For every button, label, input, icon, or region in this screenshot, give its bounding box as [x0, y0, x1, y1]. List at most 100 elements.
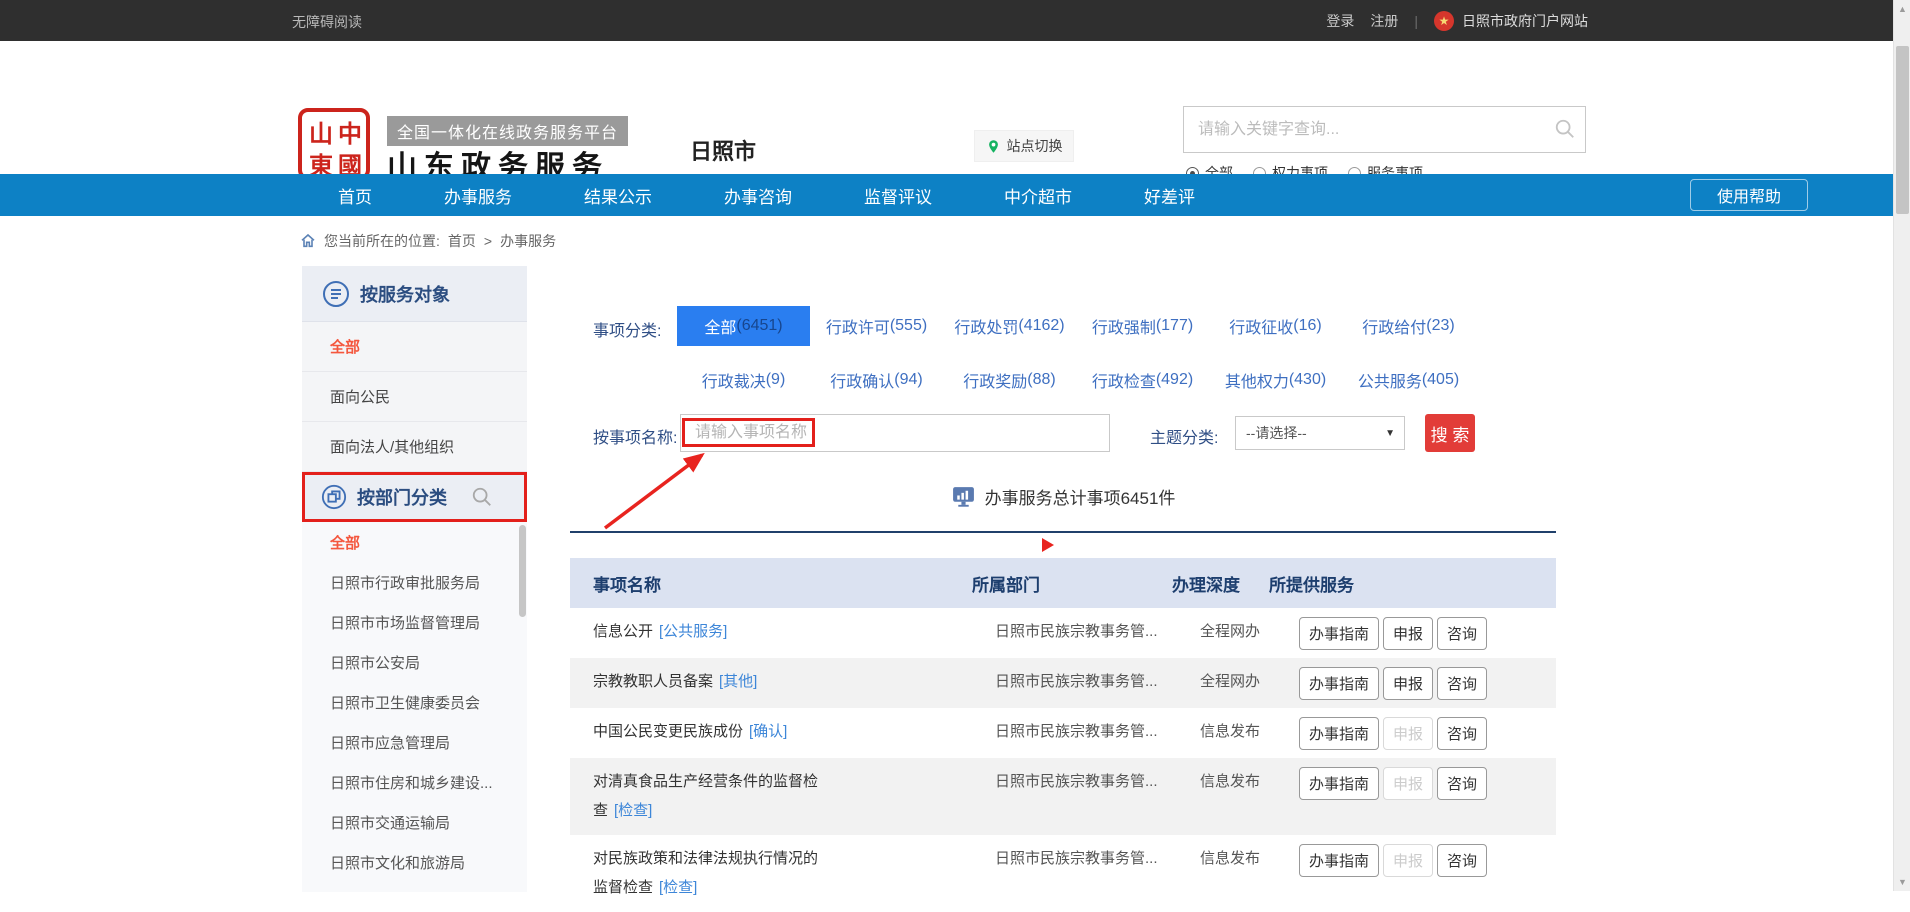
portal-link-label: 日照市政府门户网站	[1462, 11, 1588, 31]
sidebar-item-citizens[interactable]: 面向公民	[302, 372, 527, 422]
item-tag-link[interactable]: [检查]	[614, 802, 652, 819]
guide-button[interactable]: 办事指南	[1299, 617, 1379, 650]
dept-item-all[interactable]: 全部	[302, 522, 527, 562]
col-services: 所提供服务	[1269, 571, 1354, 596]
topic-select-value: --请选择--	[1246, 423, 1307, 443]
scroll-down-icon[interactable]: ▼	[1898, 877, 1907, 887]
item-tag-link[interactable]: [检查]	[659, 879, 697, 896]
item-name-input[interactable]	[680, 414, 1110, 452]
tab-gonggong-fuwu[interactable]: 公共服务(405)	[1342, 360, 1475, 400]
location-pin-icon	[986, 139, 1001, 154]
consult-button[interactable]: 咨询	[1437, 717, 1487, 750]
consult-button[interactable]: 咨询	[1437, 844, 1487, 877]
dept-item[interactable]: 日照市公安局	[302, 642, 527, 682]
item-name: 宗教教职人员备案	[593, 673, 713, 690]
col-department: 所属部门	[972, 571, 1172, 596]
top-utility-bar: 无障碍阅读 登录 注册 | ★ 日照市政府门户网站	[0, 0, 1910, 41]
site-switch-button[interactable]: 站点切换	[974, 130, 1074, 162]
tab-xingzheng-jiangli[interactable]: 行政奖励(88)	[943, 360, 1076, 400]
table-row: 信息公开[公共服务] 日照市民族宗教事务管... 全程网办 办事指南申报咨询	[570, 608, 1556, 658]
national-emblem-icon: ★	[1434, 11, 1454, 31]
breadcrumb-current: 办事服务	[500, 231, 556, 251]
consult-button[interactable]: 咨询	[1437, 617, 1487, 650]
tab-xingzheng-qiangzhi[interactable]: 行政强制(177)	[1076, 306, 1209, 346]
main-nav: 首页 办事服务 结果公示 办事咨询 监督评议 中介超市 好差评 使用帮助	[0, 174, 1910, 216]
item-dept: 日照市民族宗教事务管...	[995, 717, 1200, 746]
dept-item[interactable]: 日照市交通运输局	[302, 802, 527, 842]
topic-filter-label: 主题分类:	[1150, 424, 1218, 448]
guide-button[interactable]: 办事指南	[1299, 767, 1379, 800]
summary-line: 办事服务总计事项6451件	[570, 484, 1556, 509]
summary-text: 办事服务总计事项6451件	[985, 484, 1176, 509]
dept-item[interactable]: 日照市卫生健康委员会	[302, 682, 527, 722]
nav-services[interactable]: 办事服务	[408, 183, 548, 208]
dept-list-scrollbar-thumb[interactable]	[519, 525, 526, 617]
city-name: 日照市	[690, 134, 756, 166]
item-tag-link[interactable]: [其他]	[719, 673, 757, 690]
tab-xingzheng-zhengshou[interactable]: 行政征收(16)	[1209, 306, 1342, 346]
item-name-filter-label: 按事项名称:	[593, 424, 677, 448]
home-icon	[300, 233, 316, 249]
help-button[interactable]: 使用帮助	[1690, 179, 1808, 211]
dept-item[interactable]: 日照市住房和城乡建设...	[302, 762, 527, 802]
portal-link[interactable]: ★ 日照市政府门户网站	[1434, 11, 1588, 31]
guide-button[interactable]: 办事指南	[1299, 844, 1379, 877]
tab-xingzheng-jifu[interactable]: 行政给付(23)	[1342, 306, 1475, 346]
item-depth: 全程网办	[1200, 667, 1296, 696]
search-icon[interactable]	[1554, 118, 1576, 140]
tab-xingzheng-queren[interactable]: 行政确认(94)	[810, 360, 943, 400]
tab-xingzheng-chufa[interactable]: 行政处罚(4162)	[943, 306, 1076, 346]
keyword-search-input[interactable]	[1183, 106, 1586, 153]
item-tag-link[interactable]: [确认]	[749, 723, 787, 740]
tab-xingzheng-caijue[interactable]: 行政裁决(9)	[677, 360, 810, 400]
item-name: 中国公民变更民族成份	[593, 723, 743, 740]
tab-all[interactable]: 全部(6451)	[677, 306, 810, 346]
accessibility-link[interactable]: 无障碍阅读	[292, 12, 362, 32]
nav-consult[interactable]: 办事咨询	[688, 183, 828, 208]
sidebar-item-legal-persons[interactable]: 面向法人/其他组织	[302, 422, 527, 472]
dept-category-icon	[321, 484, 347, 510]
login-link[interactable]: 登录	[1326, 11, 1354, 31]
item-dept: 日照市民族宗教事务管...	[995, 767, 1200, 796]
breadcrumb-home[interactable]: 首页	[448, 231, 476, 251]
consult-button[interactable]: 咨询	[1437, 767, 1487, 800]
nav-intermediary[interactable]: 中介超市	[968, 183, 1108, 208]
register-link[interactable]: 注册	[1370, 11, 1398, 31]
topbar-separator: |	[1414, 13, 1418, 29]
tab-xingzheng-jiancha[interactable]: 行政检查(492)	[1076, 360, 1209, 400]
dept-search-icon[interactable]	[471, 486, 493, 508]
breadcrumb-prefix: 您当前所在的位置:	[324, 231, 440, 251]
nav-rating[interactable]: 好差评	[1108, 183, 1231, 208]
page-scrollbar-thumb[interactable]	[1896, 46, 1909, 214]
breadcrumb-separator: >	[484, 233, 492, 249]
nav-supervision[interactable]: 监督评议	[828, 183, 968, 208]
dept-item[interactable]: 日照市行政审批服务局	[302, 562, 527, 602]
topic-select[interactable]: --请选择-- ▼	[1235, 416, 1405, 450]
dept-item[interactable]: 日照市文化和旅游局	[302, 842, 527, 882]
apply-button-disabled: 申报	[1383, 767, 1433, 800]
page-scrollbar[interactable]: ▲ ▼	[1893, 0, 1910, 891]
tab-qita-quanli[interactable]: 其他权力(430)	[1209, 360, 1342, 400]
guide-button[interactable]: 办事指南	[1299, 667, 1379, 700]
service-object-group-header: 按服务对象	[302, 266, 527, 322]
guide-button[interactable]: 办事指南	[1299, 717, 1379, 750]
search-button[interactable]: 搜 索	[1425, 414, 1475, 452]
table-row: 对清真食品生产经营条件的监督检查[检查] 日照市民族宗教事务管... 信息发布 …	[570, 758, 1556, 835]
apply-button[interactable]: 申报	[1383, 617, 1433, 650]
scroll-up-icon[interactable]: ▲	[1898, 4, 1907, 14]
apply-button[interactable]: 申报	[1383, 667, 1433, 700]
service-object-icon	[322, 280, 350, 308]
nav-results[interactable]: 结果公示	[548, 183, 688, 208]
dept-list-scrollbar[interactable]	[518, 522, 527, 892]
consult-button[interactable]: 咨询	[1437, 667, 1487, 700]
dept-item[interactable]: 日照市市场监督管理局	[302, 602, 527, 642]
dept-item[interactable]: 日照市应急管理局	[302, 722, 527, 762]
keyword-search	[1183, 106, 1586, 153]
item-dept: 日照市民族宗教事务管...	[995, 844, 1200, 873]
tab-xingzheng-xuke[interactable]: 行政许可(555)	[810, 306, 943, 346]
sidebar-item-all-services[interactable]: 全部	[302, 322, 527, 372]
col-depth: 办理深度	[1172, 571, 1269, 596]
item-tag-link[interactable]: [公共服务]	[659, 623, 727, 640]
item-depth: 信息发布	[1200, 767, 1296, 796]
nav-home[interactable]: 首页	[302, 183, 408, 208]
